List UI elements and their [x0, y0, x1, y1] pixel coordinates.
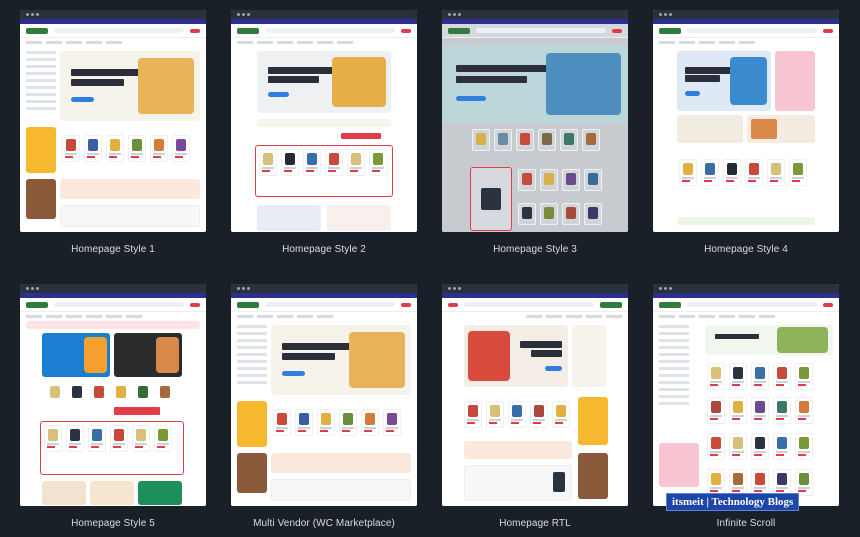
window-dots-icon — [448, 287, 461, 290]
demo-gallery: Homepage Style 1 Homepage Style 2 Homepa… — [0, 0, 860, 537]
store-logo — [659, 301, 681, 308]
page-preview — [653, 293, 839, 506]
page-preview — [442, 293, 628, 506]
demo-title[interactable]: Homepage Style 4 — [653, 244, 839, 255]
window-dots-icon — [237, 287, 250, 290]
cart-icon — [612, 28, 622, 33]
browser-window-bar — [231, 284, 417, 293]
browser-window-bar — [653, 10, 839, 19]
demo-title[interactable]: Homepage RTL — [442, 518, 628, 529]
store-logo — [600, 301, 622, 308]
page-preview — [653, 19, 839, 232]
hero-banner — [271, 325, 411, 395]
demo-card-6[interactable]: Multi Vendor (WC Marketplace) — [231, 284, 417, 529]
hero-banner — [60, 51, 200, 121]
window-dots-icon — [659, 13, 672, 16]
demo-title[interactable]: Multi Vendor (WC Marketplace) — [231, 518, 417, 529]
search-input — [54, 28, 184, 33]
cart-icon — [190, 302, 200, 307]
search-input — [687, 302, 817, 307]
hero-banner — [464, 325, 568, 387]
search-input — [265, 302, 395, 307]
page-preview — [231, 19, 417, 232]
demo-thumbnail[interactable] — [442, 284, 628, 506]
demo-thumbnail[interactable] — [653, 10, 839, 232]
search-input — [476, 28, 606, 33]
demo-card-7[interactable]: Homepage RTL — [442, 284, 628, 529]
store-logo — [448, 27, 470, 34]
demo-thumbnail[interactable] — [442, 10, 628, 232]
hero-banner — [42, 333, 110, 377]
cart-icon — [448, 302, 458, 307]
browser-window-bar — [653, 284, 839, 293]
demo-title[interactable]: Homepage Style 3 — [442, 244, 628, 255]
browser-window-bar — [442, 284, 628, 293]
hero-banner-2 — [114, 333, 182, 377]
store-logo — [26, 301, 48, 308]
demo-card-1[interactable]: Homepage Style 1 — [20, 10, 206, 255]
demo-title[interactable]: Infinite Scroll — [653, 518, 839, 529]
window-dots-icon — [237, 13, 250, 16]
hero-banner — [257, 51, 391, 113]
demo-title[interactable]: Homepage Style 2 — [231, 244, 417, 255]
demo-thumbnail[interactable] — [653, 284, 839, 506]
search-input — [687, 28, 817, 33]
page-preview — [231, 293, 417, 506]
store-logo — [26, 27, 48, 34]
demo-thumbnail[interactable] — [20, 10, 206, 232]
page-preview — [20, 293, 206, 506]
hero-banner — [442, 45, 628, 123]
browser-window-bar — [20, 284, 206, 293]
cart-icon — [823, 302, 833, 307]
hero-banner — [677, 51, 771, 111]
browser-window-bar — [442, 10, 628, 19]
watermark-label: itsmeit | Technology Blogs — [666, 493, 800, 511]
store-logo — [237, 301, 259, 308]
window-dots-icon — [26, 13, 39, 16]
demo-card-5[interactable]: Homepage Style 5 — [20, 284, 206, 529]
demo-title[interactable]: Homepage Style 1 — [20, 244, 206, 255]
window-dots-icon — [659, 287, 672, 290]
demo-thumbnail[interactable] — [231, 284, 417, 506]
demo-card-2[interactable]: Homepage Style 2 — [231, 10, 417, 255]
store-logo — [659, 27, 681, 34]
search-input — [265, 28, 395, 33]
window-dots-icon — [448, 13, 461, 16]
page-preview — [20, 19, 206, 232]
browser-window-bar — [20, 10, 206, 19]
cart-icon — [401, 302, 411, 307]
hero-banner — [705, 325, 833, 355]
demo-title[interactable]: Homepage Style 5 — [20, 518, 206, 529]
demo-card-4[interactable]: Homepage Style 4 — [653, 10, 839, 255]
cart-icon — [401, 28, 411, 33]
window-dots-icon — [26, 287, 39, 290]
browser-window-bar — [231, 10, 417, 19]
search-input — [54, 302, 184, 307]
cart-icon — [823, 28, 833, 33]
page-preview — [442, 19, 628, 232]
demo-thumbnail[interactable] — [20, 284, 206, 506]
cart-icon — [190, 28, 200, 33]
demo-card-3[interactable]: Homepage Style 3 — [442, 10, 628, 255]
demo-thumbnail[interactable] — [231, 10, 417, 232]
search-input — [464, 302, 594, 307]
store-logo — [237, 27, 259, 34]
